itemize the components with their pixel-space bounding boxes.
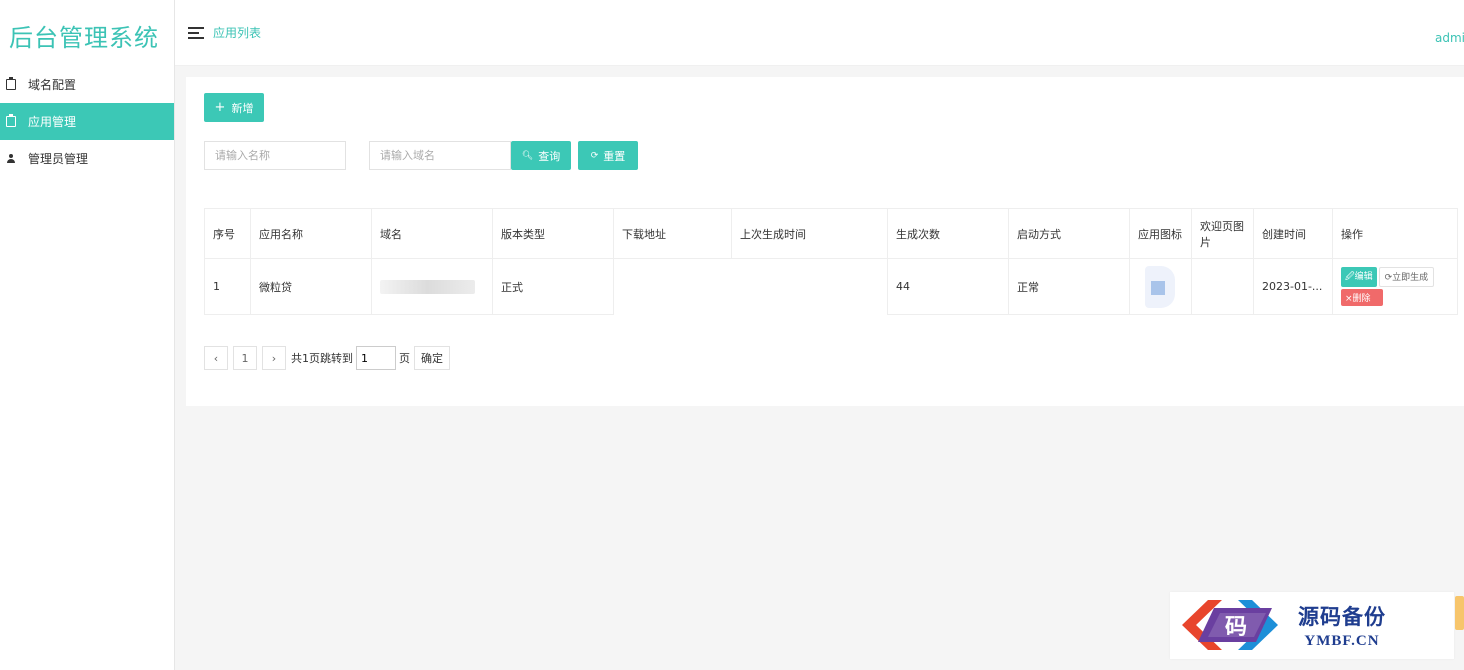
jump-confirm-button[interactable]: 确定 xyxy=(414,346,450,370)
column-header: 版本类型 xyxy=(492,208,614,259)
cell-actions: 🖉︎编辑 ⟳立即生成 ×删除 xyxy=(1332,258,1458,315)
add-button[interactable]: + 新增 xyxy=(204,93,264,122)
sidebar-item-label: 管理员管理 xyxy=(28,152,89,166)
cell-version: 正式 xyxy=(492,258,614,315)
edge-decoration xyxy=(1455,596,1464,630)
cell-last-time xyxy=(731,258,888,315)
content-card: + 新增 🔍︎ 查询 ⟳ 重置 序号 应用名称 域名 版本 xyxy=(186,77,1464,406)
close-icon: × xyxy=(1345,294,1353,304)
clipboard-icon xyxy=(6,114,16,127)
sidebar-item-domain-config[interactable]: 域名配置 xyxy=(0,66,174,103)
menu-toggle-icon[interactable] xyxy=(188,27,204,39)
table-header-row: 序号 应用名称 域名 版本类型 下载地址 上次生成时间 生成次数 启动方式 应用… xyxy=(204,208,1458,259)
column-header: 生成次数 xyxy=(887,208,1009,259)
cell-domain xyxy=(371,258,493,315)
column-header: 应用名称 xyxy=(250,208,372,259)
column-header: 序号 xyxy=(204,208,251,259)
pagination: ‹ 1 › 共1页跳转到 页 确定 xyxy=(204,346,450,370)
cell-created: 2023-01-... xyxy=(1253,258,1333,315)
cell-index: 1 xyxy=(204,258,251,315)
jump-page-input[interactable] xyxy=(356,346,396,370)
edit-button[interactable]: 🖉︎编辑 xyxy=(1341,267,1377,287)
watermark-cn-text: 源码备份 xyxy=(1298,604,1386,629)
plus-icon: + xyxy=(214,100,226,115)
cell-count: 44 xyxy=(887,258,1009,315)
redacted-domain xyxy=(380,279,475,294)
domain-search-input[interactable] xyxy=(369,141,511,170)
cell-download xyxy=(613,258,732,315)
top-header: 应用列表 admin xyxy=(175,0,1464,66)
sidebar: 后台管理系统 域名配置 应用管理 管理员管理 xyxy=(0,0,175,670)
column-header: 域名 xyxy=(371,208,493,259)
user-icon xyxy=(6,153,16,164)
watermark-emblem: 码 xyxy=(1170,592,1290,659)
generate-button[interactable]: ⟳立即生成 xyxy=(1378,267,1435,287)
cell-app-icon xyxy=(1129,258,1192,315)
column-header: 操作 xyxy=(1332,208,1458,259)
watermark-logo: 码 源码备份 YMBF.CN xyxy=(1170,592,1454,659)
table-row: 1 微粒贷 正式 44 正常 2023-01-... 🖉︎编辑 ⟳立即生成 ×删… xyxy=(204,258,1458,315)
total-pages-text: 共1页跳转到 xyxy=(291,352,353,365)
delete-button[interactable]: ×删除 xyxy=(1341,289,1383,306)
sidebar-item-label: 应用管理 xyxy=(28,115,77,129)
column-header: 启动方式 xyxy=(1008,208,1130,259)
breadcrumb: 应用列表 xyxy=(213,26,262,40)
search-button[interactable]: 🔍︎ 查询 xyxy=(511,141,571,170)
page-number-button[interactable]: 1 xyxy=(233,346,257,370)
sidebar-item-admin-management[interactable]: 管理员管理 xyxy=(0,140,174,177)
name-search-input[interactable] xyxy=(204,141,346,170)
cell-name: 微粒贷 xyxy=(250,258,372,315)
cell-launch: 正常 xyxy=(1008,258,1130,315)
main-content: + 新增 🔍︎ 查询 ⟳ 重置 序号 应用名称 域名 版本 xyxy=(175,66,1464,670)
clipboard-icon xyxy=(6,77,16,90)
column-header: 应用图标 xyxy=(1129,208,1192,259)
search-icon: 🔍︎ xyxy=(521,150,534,161)
page-suffix: 页 xyxy=(399,352,410,365)
prev-page-button[interactable]: ‹ xyxy=(204,346,228,370)
column-header: 创建时间 xyxy=(1253,208,1333,259)
app-icon-image xyxy=(1145,265,1175,308)
sidebar-item-app-management[interactable]: 应用管理 xyxy=(0,103,174,140)
edit-icon: 🖉︎ xyxy=(1345,272,1355,282)
reset-button[interactable]: ⟳ 重置 xyxy=(578,141,638,170)
sidebar-item-label: 域名配置 xyxy=(28,78,77,92)
user-name[interactable]: admin xyxy=(1435,31,1464,45)
column-header: 下载地址 xyxy=(613,208,732,259)
watermark-en-text: YMBF.CN xyxy=(1304,633,1380,649)
app-table: 序号 应用名称 域名 版本类型 下载地址 上次生成时间 生成次数 启动方式 应用… xyxy=(204,208,1458,315)
app-logo: 后台管理系统 xyxy=(9,24,159,52)
refresh-icon: ⟳ xyxy=(590,150,599,161)
cell-welcome-image xyxy=(1191,258,1254,315)
column-header: 欢迎页图片 xyxy=(1191,208,1254,259)
svg-text:码: 码 xyxy=(1225,614,1247,640)
column-header: 上次生成时间 xyxy=(731,208,888,259)
next-page-button[interactable]: › xyxy=(262,346,286,370)
